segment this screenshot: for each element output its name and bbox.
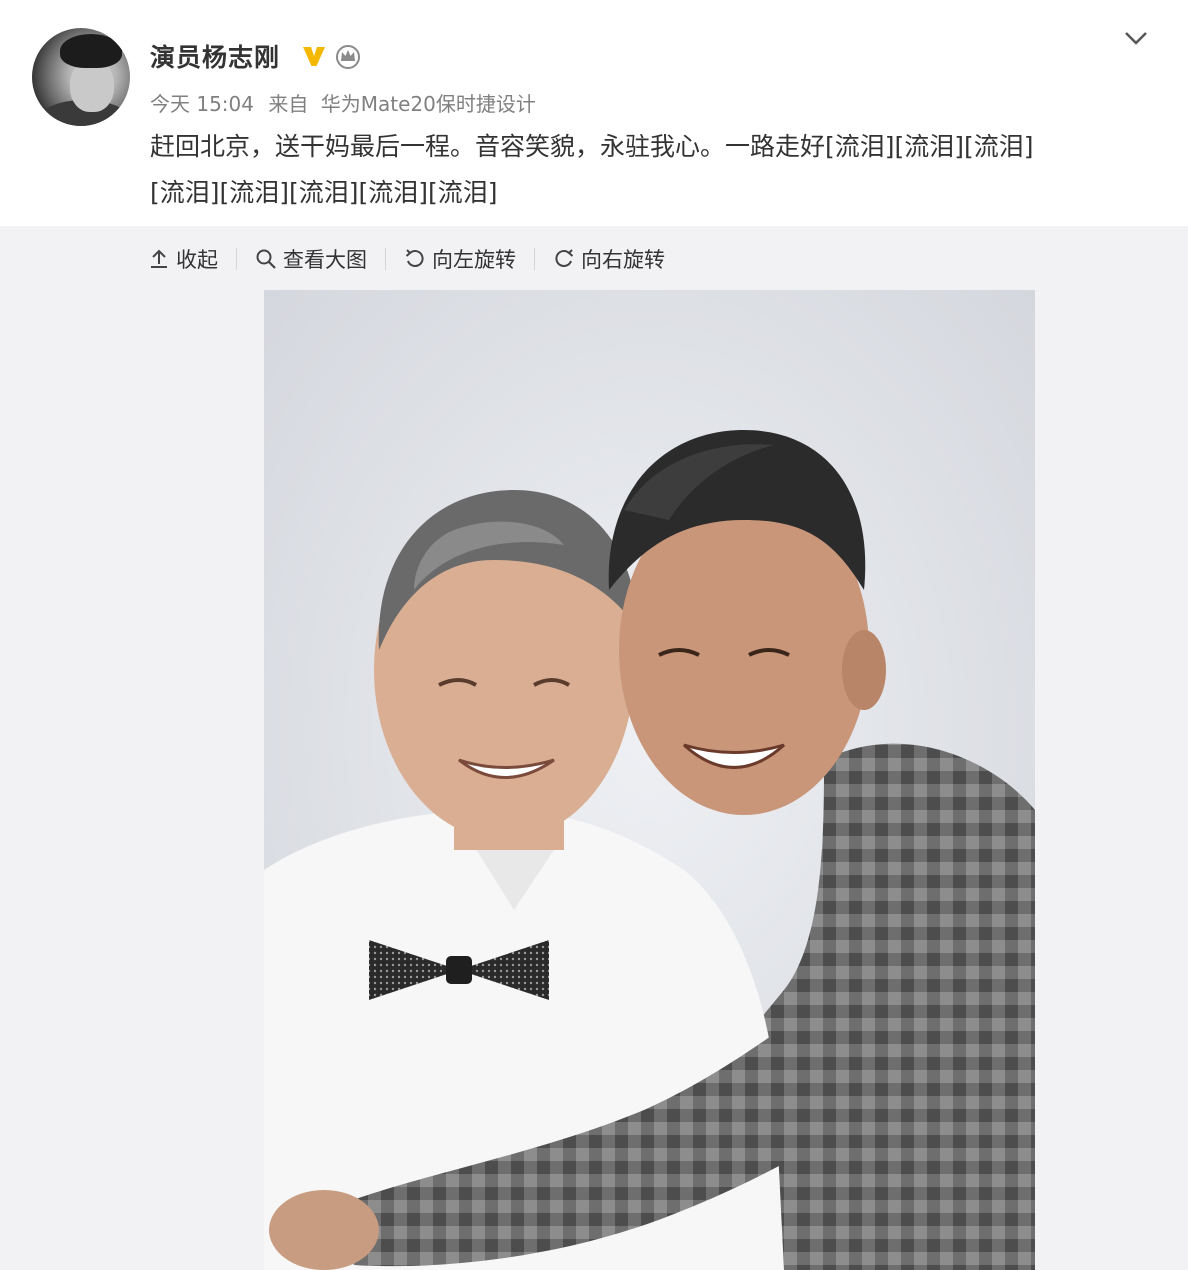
post-text-line-2: [流泪][流泪][流泪][流泪][流泪] — [150, 178, 498, 207]
verified-v-icon — [303, 47, 325, 66]
view-large-button[interactable]: 查看大图 — [255, 244, 367, 274]
weibo-post: 演员杨志刚 今天 15:04 来自 华为Mate20保时捷设计 赶回北京，送干妈… — [0, 0, 1188, 1270]
post-text: 赶回北京，送干妈最后一程。音容笑貌，永驻我心。一路走好[流泪][流泪][流泪] … — [150, 124, 1150, 216]
rotate-right-label: 向右旋转 — [581, 248, 665, 272]
post-meta: 今天 15:04 来自 华为Mate20保时捷设计 — [150, 88, 536, 117]
avatar-hair — [60, 34, 122, 68]
post-header: 演员杨志刚 今天 15:04 来自 华为Mate20保时捷设计 赶回北京，送干妈… — [0, 0, 1188, 226]
rotate-left-label: 向左旋转 — [432, 248, 516, 272]
source-prefix: 来自 — [268, 92, 309, 116]
crown-icon[interactable] — [334, 42, 362, 70]
chevron-down-icon[interactable] — [1122, 26, 1150, 50]
media-panel: 收起 查看大图 向左旋转 向右旋转 — [0, 226, 1188, 1270]
post-source[interactable]: 华为Mate20保时捷设计 — [321, 92, 536, 116]
rotate-left-icon — [405, 249, 424, 268]
media-toolbar: 收起 查看大图 向左旋转 向右旋转 — [148, 244, 665, 274]
view-large-label: 查看大图 — [283, 248, 367, 272]
post-time[interactable]: 今天 15:04 — [150, 92, 254, 116]
magnifier-icon — [256, 249, 276, 269]
avatar[interactable] — [32, 28, 130, 126]
author-name[interactable]: 演员杨志刚 — [150, 38, 280, 74]
rotate-left-button[interactable]: 向左旋转 — [404, 244, 516, 274]
toolbar-divider — [534, 248, 535, 270]
up-arrow-icon — [151, 249, 167, 268]
post-text-line-1: 赶回北京，送干妈最后一程。音容笑貌，永驻我心。一路走好[流泪][流泪][流泪] — [150, 132, 1034, 161]
post-photo[interactable] — [264, 290, 1035, 1270]
rotate-right-button[interactable]: 向右旋转 — [553, 244, 665, 274]
photo-illustration — [264, 290, 1035, 1270]
toolbar-divider — [385, 248, 386, 270]
rotate-right-icon — [555, 249, 574, 268]
toolbar-divider — [236, 248, 237, 270]
collapse-button[interactable]: 收起 — [148, 244, 218, 274]
collapse-label: 收起 — [176, 248, 218, 272]
